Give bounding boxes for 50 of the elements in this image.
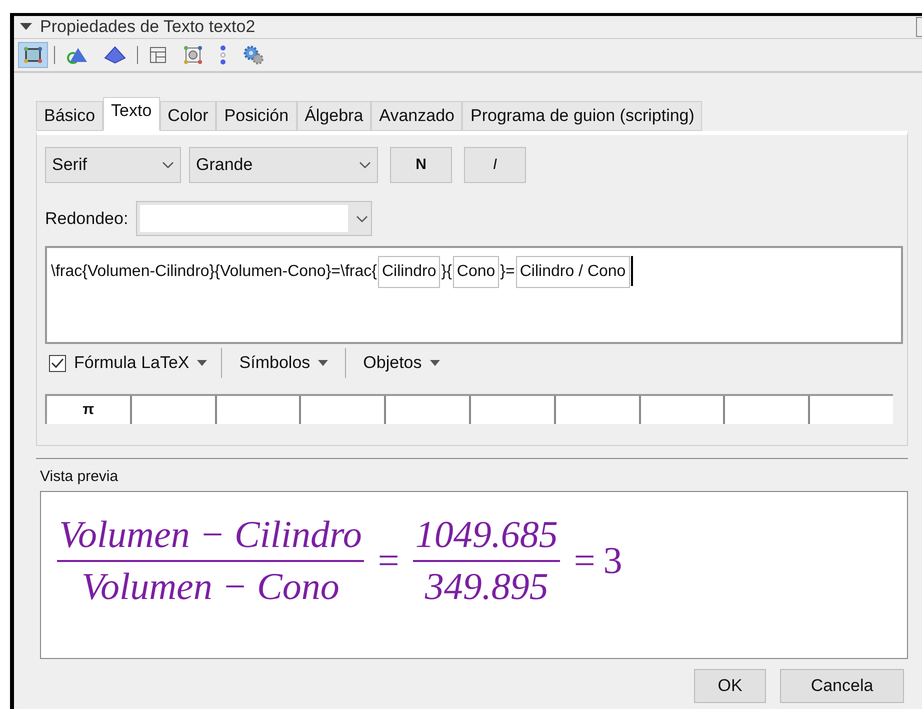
checkmark-icon [51,358,64,368]
object-field[interactable]: Cilindro / Cono [516,256,630,288]
object-field[interactable]: Cono [452,256,500,288]
latex-text: \frac{Volumen-Cilindro}{Volumen-Cono}=\frac{ [51,262,377,282]
window-title: Propiedades de Texto texto2 [40,16,256,38]
cancel-button[interactable]: Cancela [780,669,904,703]
layout-icon [149,46,167,64]
preview-label: Vista previa [40,468,118,485]
latex-checkbox[interactable]: Fórmula LaTeX [49,350,222,376]
symbol-cell[interactable]: π [47,396,130,424]
tab[interactable]: Básico [36,101,104,131]
menu-button[interactable]: Símbolos [222,350,346,376]
vertical-dots-icon [219,45,227,65]
tab[interactable]: Color [160,101,216,131]
tab[interactable]: Álgebra [296,101,372,131]
rounding-dropdown[interactable] [136,201,372,236]
bold-button[interactable]: N [390,147,452,183]
chevron-down-icon [162,161,174,169]
toolbar-button[interactable] [18,42,48,68]
size-dropdown[interactable]: Grande [189,147,378,183]
tab[interactable]: Avanzado [371,101,462,131]
italic-button[interactable]: I [464,147,526,183]
math-operator: = [574,542,596,580]
caret-down-icon [197,360,208,366]
text-editor[interactable]: \frac{Volumen-Cilindro}{Volumen-Cono}=\frac{ Cilindro }{ Cono }= Cilindro / Cono [45,246,903,344]
settings-icon [243,45,265,65]
tab[interactable]: Programa de guion (scripting) [462,101,702,131]
font-dropdown[interactable]: Serif [45,147,181,183]
collapse-triangle-icon[interactable] [20,23,32,31]
rounding-label: Redondeo: [45,208,128,230]
math-number: 3 [603,542,622,580]
math-fraction: 1049.685 349.895 [413,516,560,606]
square-vertices-icon [23,46,43,64]
math-fraction: Volumen − Cilindro Volumen − Cono [57,516,364,606]
tab[interactable]: Texto [103,97,160,131]
ok-button[interactable]: OK [694,669,766,703]
menu-button[interactable]: Objetos [346,350,457,376]
gear-frame-icon [183,46,203,64]
latex-text: }= [500,262,515,282]
chevron-down-icon [359,161,371,169]
pyramid-icon [104,46,126,64]
math-operator: = [378,542,400,580]
latex-text: }{ [441,262,452,282]
chevron-down-icon [356,214,368,222]
text-cursor [630,256,633,286]
object-field[interactable]: Cilindro [378,256,440,288]
caret-down-icon [430,360,440,366]
tab[interactable]: Posición [216,101,297,131]
caret-down-icon [318,360,328,366]
triangle-circle-icon [66,46,88,64]
